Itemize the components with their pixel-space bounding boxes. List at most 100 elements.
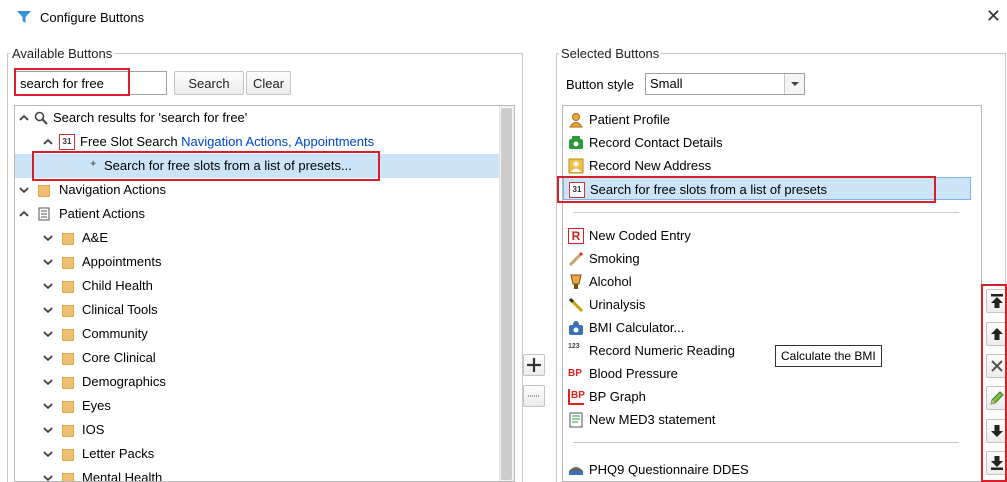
selected-item-record-contact[interactable]: Record Contact Details — [563, 131, 971, 154]
move-down-button[interactable] — [986, 419, 1007, 443]
close-icon[interactable]: ✕ — [986, 6, 1001, 26]
selected-buttons-list[interactable]: Patient Profile Record Contact Details R… — [562, 105, 982, 482]
selected-item-label: New Coded Entry — [589, 228, 691, 243]
selected-item-label: New MED3 statement — [589, 412, 716, 427]
tree-item-core-clinical[interactable]: Core Clinical — [15, 346, 501, 370]
selected-item-new-med3[interactable]: New MED3 statement — [563, 408, 971, 431]
arrow-down-icon — [991, 425, 1003, 437]
tree-item-patient-actions[interactable]: Patient Actions — [15, 202, 501, 226]
urinalysis-icon — [568, 297, 584, 313]
tree-scrollbar[interactable] — [499, 106, 514, 481]
move-to-bottom-button[interactable] — [986, 451, 1007, 475]
move-to-top-button[interactable] — [986, 289, 1007, 313]
search-button[interactable]: Search — [174, 71, 244, 95]
selected-item-record-address[interactable]: Record New Address — [563, 154, 971, 177]
tree-item-clinical-tools[interactable]: Clinical Tools — [15, 298, 501, 322]
tree-item-label: Appointments — [82, 254, 162, 269]
tree-item-demographics[interactable]: Demographics — [15, 370, 501, 394]
chevron-up-icon[interactable] — [18, 112, 30, 124]
patient-profile-icon — [569, 113, 583, 128]
selected-item-urinalysis[interactable]: Urinalysis — [563, 293, 971, 316]
bmi-tooltip: Calculate the BMI — [775, 345, 882, 367]
tree-item-mental-health[interactable]: Mental Health — [15, 466, 501, 482]
magnifier-icon — [34, 111, 48, 125]
separator-icon — [528, 395, 540, 397]
chevron-down-icon[interactable] — [42, 376, 54, 388]
chevron-down-icon[interactable] — [42, 232, 54, 244]
search-input[interactable] — [15, 71, 167, 95]
selected-item-phq9[interactable]: PHQ9 Questionnaire DDES — [563, 458, 971, 481]
selected-item-label: BP Graph — [589, 389, 646, 404]
add-button[interactable] — [523, 354, 545, 376]
edit-button[interactable] — [986, 386, 1007, 410]
tree-item-navigation-actions[interactable]: Navigation Actions — [15, 178, 501, 202]
bp-graph-icon: BP — [568, 389, 585, 405]
chevron-down-icon[interactable] — [42, 304, 54, 316]
tree-item-letter-packs[interactable]: Letter Packs — [15, 442, 501, 466]
tree-item-community[interactable]: Community — [15, 322, 501, 346]
selected-item-new-coded-entry[interactable]: R New Coded Entry — [563, 224, 971, 247]
remove-button[interactable] — [986, 354, 1007, 378]
tree-item-label: Community — [82, 326, 148, 341]
folder-icon — [62, 401, 74, 413]
tree-item-label: Demographics — [82, 374, 166, 389]
tree-item-ae[interactable]: A&E — [15, 226, 501, 250]
available-buttons-tree[interactable]: Search results for 'search for free' 31 … — [14, 105, 515, 482]
folder-icon — [62, 449, 74, 461]
filter-app-icon — [17, 11, 31, 23]
folder-icon — [62, 257, 74, 269]
selected-item-label: Record Contact Details — [589, 135, 723, 150]
tree-item-child-health[interactable]: Child Health — [15, 274, 501, 298]
selected-item-label: BMI Calculator... — [589, 320, 685, 335]
selected-item-label: PHQ9 Questionnaire DDES — [589, 462, 749, 477]
chevron-down-icon[interactable] — [42, 352, 54, 364]
chevron-down-icon[interactable] — [42, 424, 54, 436]
chevron-down-icon[interactable] — [42, 472, 54, 482]
folder-icon — [62, 473, 74, 481]
chevron-down-icon[interactable] — [42, 328, 54, 340]
chevron-down-icon[interactable] — [42, 400, 54, 412]
tree-item-appointments[interactable]: Appointments — [15, 250, 501, 274]
selected-item-label: Patient Profile — [589, 112, 670, 127]
selected-item-label: Search for free slots from a list of pre… — [590, 182, 827, 197]
selected-item-bp-graph[interactable]: BP BP Graph — [563, 385, 971, 408]
alcohol-icon — [570, 274, 582, 289]
chevron-up-icon[interactable] — [42, 136, 54, 148]
tree-item-search-free-slots[interactable]: ✦ Search for free slots from a list of p… — [15, 154, 501, 178]
button-style-select[interactable]: Small — [645, 73, 805, 95]
tree-item-eyes[interactable]: Eyes — [15, 394, 501, 418]
selected-item-alcohol[interactable]: Alcohol — [563, 270, 971, 293]
tree-item-free-slot-search[interactable]: 31 Free Slot Search Navigation Actions, … — [15, 130, 501, 154]
folder-icon — [62, 425, 74, 437]
chevron-down-icon[interactable] — [18, 184, 30, 196]
chevron-down-icon — [791, 82, 799, 86]
chevron-down-icon[interactable] — [42, 256, 54, 268]
chevron-down-icon[interactable] — [42, 280, 54, 292]
dropdown-arrow[interactable] — [784, 74, 804, 94]
tree-item-search-results[interactable]: Search results for 'search for free' — [15, 106, 501, 130]
clear-button[interactable]: Clear — [246, 71, 291, 95]
tree-item-label: Core Clinical — [82, 350, 156, 365]
selected-item-patient-profile[interactable]: Patient Profile — [563, 108, 971, 131]
selected-item-bmi-calculator[interactable]: BMI Calculator... — [563, 316, 971, 339]
tree-item-label: Search for free slots from a list of pre… — [104, 158, 352, 173]
selected-item-search-free-slots[interactable]: 31 Search for free slots from a list of … — [563, 177, 971, 200]
folder-icon — [38, 185, 50, 197]
move-up-button[interactable] — [986, 322, 1007, 346]
button-style-value: Small — [650, 76, 683, 91]
selected-item-blood-pressure[interactable]: BP Blood Pressure — [563, 362, 971, 385]
tree-item-label: Child Health — [82, 278, 153, 293]
selected-item-label: Smoking — [589, 251, 640, 266]
chevron-up-icon[interactable] — [18, 208, 30, 220]
separator-button[interactable] — [523, 385, 545, 407]
tree-scrollbar-thumb[interactable] — [501, 108, 512, 480]
bp-icon: BP — [568, 368, 582, 379]
close-icon — [991, 360, 1003, 372]
selected-item-smoking[interactable]: Smoking — [563, 247, 971, 270]
tree-item-label: IOS — [82, 422, 105, 437]
plus-icon — [527, 358, 541, 372]
chevron-down-icon[interactable] — [42, 448, 54, 460]
selected-item-record-numeric[interactable]: 123 Record Numeric Reading — [563, 339, 971, 362]
pencil-icon — [990, 391, 1004, 405]
tree-item-ios[interactable]: IOS — [15, 418, 501, 442]
